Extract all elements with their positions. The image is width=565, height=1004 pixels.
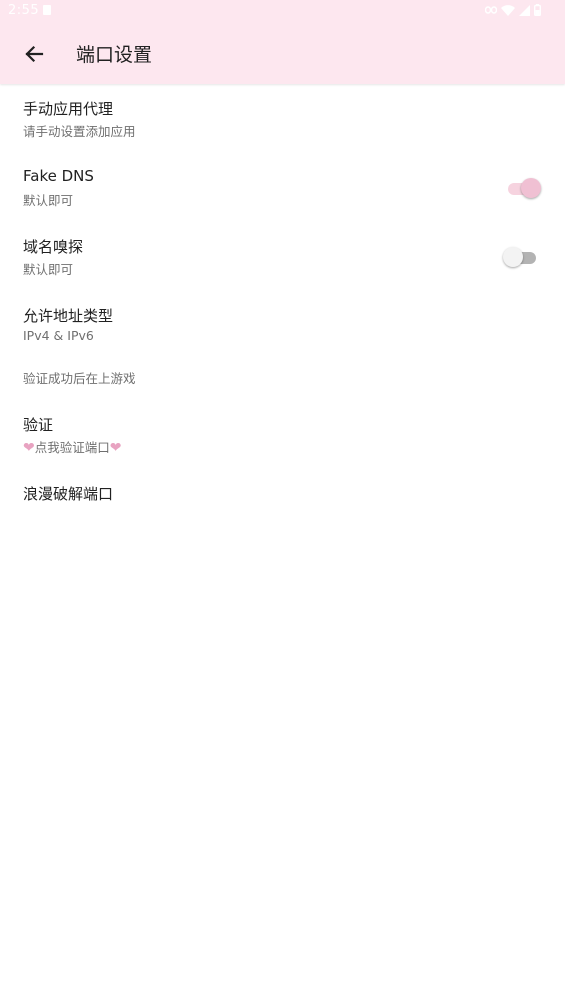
setting-manual-proxy[interactable]: 手动应用代理 请手动设置添加应用 — [0, 84, 565, 153]
domain-sniffing-toggle[interactable] — [503, 247, 541, 269]
link-icon — [485, 6, 497, 14]
verify-summary-text: 点我验证端口 — [34, 440, 110, 455]
status-time: 2:55 — [8, 3, 40, 18]
switch-thumb — [521, 178, 541, 198]
heart-icon: ❤ — [23, 440, 35, 456]
setting-verify[interactable]: 验证 ❤点我验证端口❤ — [0, 400, 565, 469]
setting-fake-dns[interactable]: Fake DNS 默认即可 — [0, 153, 565, 222]
status-icons — [485, 4, 541, 16]
setting-summary: 请手动设置添加应用 — [23, 124, 136, 139]
setting-title: 浪漫破解端口 — [23, 485, 114, 503]
setting-summary: 默认即可 — [23, 193, 74, 208]
setting-summary: 默认即可 — [23, 262, 74, 277]
setting-title: 域名嗅探 — [23, 238, 84, 256]
setting-domain-sniffing[interactable]: 域名嗅探 默认即可 — [0, 222, 565, 291]
settings-category: 验证成功后在上游戏 — [0, 360, 565, 400]
notification-icon — [43, 5, 51, 15]
setting-title: Fake DNS — [23, 167, 94, 185]
wifi-icon — [501, 4, 515, 16]
category-label: 验证成功后在上游戏 — [23, 371, 136, 386]
app-bar: 2:55 端口设置 — [0, 0, 565, 84]
settings-list: 手动应用代理 请手动设置添加应用 Fake DNS 默认即可 域名嗅探 默认即可… — [0, 84, 565, 538]
switch-thumb — [503, 247, 523, 267]
setting-crack-port[interactable]: 浪漫破解端口 — [0, 469, 565, 538]
status-bar: 2:55 — [0, 0, 565, 22]
page-title: 端口设置 — [76, 44, 153, 66]
setting-summary: ❤点我验证端口❤ — [23, 437, 121, 456]
setting-title: 允许地址类型 — [23, 307, 114, 325]
back-button[interactable] — [18, 38, 50, 70]
setting-address-type[interactable]: 允许地址类型 IPv4 & IPv6 — [0, 291, 565, 360]
battery-icon — [534, 4, 541, 16]
setting-summary: IPv4 & IPv6 — [23, 328, 94, 343]
heart-icon: ❤ — [109, 440, 122, 456]
fake-dns-toggle[interactable] — [503, 178, 541, 200]
setting-title: 验证 — [23, 416, 54, 434]
signal-icon — [519, 4, 530, 16]
setting-title: 手动应用代理 — [23, 100, 114, 118]
arrow-back-icon — [25, 45, 44, 63]
